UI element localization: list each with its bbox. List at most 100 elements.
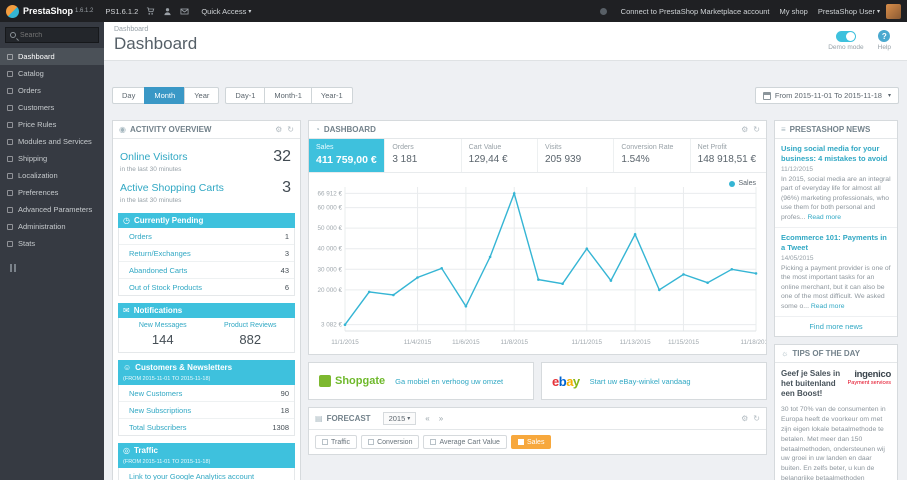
kpi-visits[interactable]: Visits 205 939 [538, 139, 615, 172]
news-headline[interactable]: Ecommerce 101: Payments in a Tweet [781, 233, 891, 253]
forecast-legend-conversion[interactable]: Conversion [361, 435, 420, 449]
chart-legend[interactable]: Sales [729, 180, 756, 187]
globe-icon [7, 172, 13, 179]
new-messages-count: 144 [151, 332, 174, 347]
sidebar-item-localization[interactable]: Localization [0, 167, 104, 184]
breadcrumb: Dashboard [114, 26, 149, 33]
search-input[interactable] [20, 31, 90, 39]
forecast-legend-sales[interactable]: Sales [510, 435, 552, 449]
refresh-icon[interactable]: ↻ [753, 125, 760, 134]
sidebar-item-preferences[interactable]: Preferences [0, 184, 104, 201]
pending-row-returns: Return/Exchanges 3 [119, 245, 294, 262]
user-avatar[interactable] [886, 3, 901, 19]
active-carts-stat: Active Shopping Carts in the last 30 min… [118, 175, 295, 206]
gauge-icon: ◔ [315, 125, 320, 134]
checkbox-icon [368, 439, 375, 445]
tab-month-1[interactable]: Month-1 [264, 87, 312, 104]
google-analytics-link[interactable]: Link to your Google Analytics account [129, 472, 254, 480]
sidebar-item-dashboard[interactable]: Dashboard [0, 48, 104, 65]
online-visitors-link[interactable]: Online Visitors [120, 151, 188, 163]
briefcase-icon [7, 223, 13, 230]
news-headline[interactable]: Using social media for your business: 4 … [781, 144, 891, 164]
tab-year-1[interactable]: Year-1 [310, 87, 353, 104]
sidebar-item-price-rules[interactable]: Price Rules [0, 116, 104, 133]
read-more-link[interactable]: Read more [811, 303, 845, 310]
pending-rows: Orders 1 Return/Exchanges 3 Abandoned Cart… [118, 228, 295, 296]
page-title: Dashboard [114, 34, 198, 53]
my-shop-link[interactable]: My shop [780, 7, 808, 16]
product-reviews-count: 882 [239, 332, 262, 347]
kpi-net-profit[interactable]: Net Profit 148 918,51 € [691, 139, 766, 172]
tab-month[interactable]: Month [144, 87, 186, 104]
new-messages-link[interactable]: New Messages [121, 322, 205, 329]
svg-text:20 000 €: 20 000 € [317, 287, 342, 294]
sidebar-search[interactable] [5, 27, 99, 43]
user-icon: ☺ [123, 363, 132, 372]
pending-row-abandoned-carts: Abandoned Carts 43 [119, 262, 294, 279]
sidebar-item-advanced-parameters[interactable]: Advanced Parameters [0, 201, 104, 218]
sidebar: Dashboard Catalog Orders Customers Price… [0, 22, 104, 480]
tips-of-the-day-panel: ☼ TIPS OF THE DAY Geef je Sales in het b… [774, 344, 898, 480]
forecast-legend-traffic[interactable]: Traffic [315, 435, 358, 449]
pending-row-out-of-stock: Out of Stock Products 6 [129, 282, 289, 292]
product-reviews-link[interactable]: Product Reviews [209, 322, 293, 329]
refresh-icon[interactable]: ↻ [753, 414, 760, 423]
sidebar-item-stats[interactable]: Stats [0, 235, 104, 252]
main-content: Dashboard Dashboard Demo mode Help Day M… [104, 22, 907, 480]
orders-notification-icon[interactable] [146, 6, 155, 16]
active-carts-link[interactable]: Active Shopping Carts [120, 182, 224, 194]
ebay-link[interactable]: Start uw eBay-winkel vandaag [590, 377, 691, 386]
sidebar-item-administration[interactable]: Administration [0, 218, 104, 235]
sidebar-item-shipping[interactable]: Shipping [0, 150, 104, 167]
sidebar-item-orders[interactable]: Orders [0, 82, 104, 99]
shop-name[interactable]: PS1.6.1.2 [105, 7, 138, 16]
quick-access-menu[interactable]: Quick Access [201, 7, 251, 16]
user-menu[interactable]: PrestaShop User [818, 7, 880, 16]
messages-notification-icon[interactable] [180, 7, 189, 16]
sidebar-item-customers[interactable]: Customers [0, 99, 104, 116]
lightbulb-icon: ☼ [781, 349, 789, 359]
forecast-legend-average-cart-value[interactable]: Average Cart Value [423, 435, 507, 449]
marketplace-link[interactable]: Connect to PrestaShop Marketplace accoun… [621, 7, 770, 16]
tips-text: 30 tot 70% van de consumenten in Europa … [781, 406, 886, 480]
sliders-icon [7, 206, 13, 213]
prestashop-logo-icon [6, 4, 19, 18]
demo-mode-toggle[interactable] [835, 30, 856, 42]
active-carts-value: 3 [282, 179, 291, 196]
find-more-news-link[interactable]: Find more news [775, 317, 897, 336]
shopgate-link[interactable]: Ga mobiel en verhoog uw omzet [395, 377, 503, 386]
shopgate-icon [319, 375, 331, 387]
gear-icon[interactable]: ⚙ [741, 414, 748, 423]
sidebar-item-catalog[interactable]: Catalog [0, 65, 104, 82]
traffic-section-header: ◎ Traffic (FROM 2015-11-01 TO 2015-11-18… [118, 443, 295, 468]
previous-year-button[interactable]: « [425, 414, 429, 423]
sales-chart-area: Sales 3 082 € 20 000 € 30 000 € 40 000 € 50 … [309, 173, 772, 354]
kpi-conversion-rate[interactable]: Conversion Rate 1.54% [614, 139, 691, 172]
tab-year[interactable]: Year [184, 87, 220, 104]
pending-section-header: ◷ Currently Pending [118, 213, 295, 228]
refresh-icon[interactable]: ↻ [287, 125, 294, 134]
customers-notification-icon[interactable] [163, 7, 172, 16]
gear-icon[interactable]: ⚙ [741, 125, 748, 134]
svg-text:30 000 €: 30 000 € [317, 266, 342, 273]
news-date: 11/12/2015 [781, 165, 814, 173]
forecast-panel: ▤ FORECAST 2015 « » ⚙ ↻ Traffic Conversio… [308, 407, 767, 455]
date-range-picker[interactable]: From 2015-11-01 To 2015-11-18 [754, 87, 899, 104]
forecast-year-select[interactable]: 2015 [382, 412, 417, 425]
tab-day-1[interactable]: Day-1 [225, 87, 266, 104]
sidebar-collapse-button[interactable] [10, 264, 104, 272]
next-year-button[interactable]: » [439, 414, 443, 423]
read-more-link[interactable]: Read more [807, 214, 841, 221]
svg-text:3 082 €: 3 082 € [321, 322, 343, 329]
gear-icon[interactable]: ⚙ [275, 125, 282, 134]
news-icon: ≡ [781, 125, 786, 134]
kpi-orders[interactable]: Orders 3 181 [385, 139, 462, 172]
tab-day[interactable]: Day [112, 87, 146, 104]
globe-icon: ◎ [123, 446, 130, 455]
kpi-sales[interactable]: Sales 411 759,00 € [309, 139, 386, 172]
sidebar-item-modules-and-services[interactable]: Modules and Services [0, 133, 104, 150]
forecast-panel-title: FORECAST [326, 414, 371, 423]
kpi-cart-value[interactable]: Cart Value 129,44 € [462, 139, 538, 172]
tag-icon [7, 121, 13, 128]
help-icon[interactable] [878, 30, 891, 42]
